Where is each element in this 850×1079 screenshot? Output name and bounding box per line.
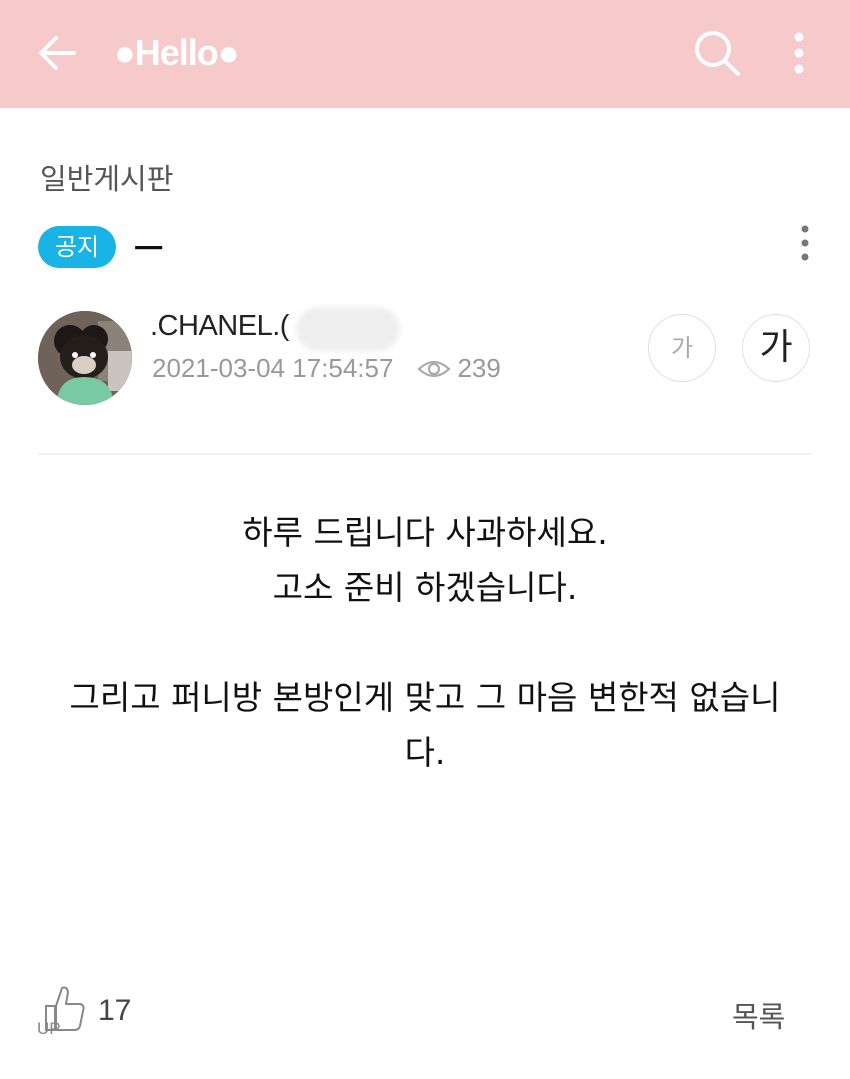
back-button[interactable]: [34, 30, 80, 76]
notice-badge: 공지: [38, 226, 116, 268]
body-line: 다.: [404, 733, 446, 772]
search-button[interactable]: [692, 28, 742, 78]
font-size-decrease-button[interactable]: 가: [648, 314, 716, 382]
author-name[interactable]: .CHANEL.(: [150, 310, 289, 343]
cafe-title: ●Hello●: [114, 32, 240, 73]
like-count: 17: [98, 994, 132, 1027]
post-meta: 2021-03-04 17:54:57 239: [152, 353, 501, 384]
body-line: 하루 드립니다 사과하세요.: [242, 513, 608, 552]
search-icon: [695, 31, 740, 76]
body-line: 고소 준비 하겠습니다.: [272, 568, 578, 607]
post-body: 하루 드립니다 사과하세요. 고소 준비 하겠습니다. 그리고 퍼니방 본방인게…: [30, 505, 820, 780]
thumbs-up-icon: UP: [37, 986, 85, 1038]
font-size-increase-button[interactable]: 가: [742, 314, 810, 382]
eye-icon: [417, 360, 452, 377]
arrow-left-icon: [39, 36, 76, 70]
body-line: 그리고 퍼니방 본방인게 맞고 그 마음 변한적 없습니: [69, 678, 781, 717]
svg-text:UP: UP: [37, 1019, 61, 1036]
author-avatar[interactable]: [38, 311, 132, 405]
redacted-blur: [296, 307, 400, 351]
post-menu-button[interactable]: [790, 222, 820, 268]
view-count: 239: [457, 353, 501, 383]
kebab-menu-icon: [794, 32, 804, 74]
board-name-link[interactable]: 일반게시판: [40, 156, 173, 198]
app-menu-button[interactable]: [782, 28, 816, 78]
divider: [38, 453, 812, 455]
dog-photo-avatar: [38, 311, 132, 405]
kebab-menu-icon: [801, 225, 809, 261]
list-button[interactable]: 목록: [732, 994, 785, 1036]
like-button[interactable]: UP: [36, 984, 86, 1038]
post-title: ㅡ: [134, 230, 164, 268]
app-bar: ●Hello●: [0, 0, 850, 108]
post-datetime: 2021-03-04 17:54:57: [152, 353, 394, 383]
